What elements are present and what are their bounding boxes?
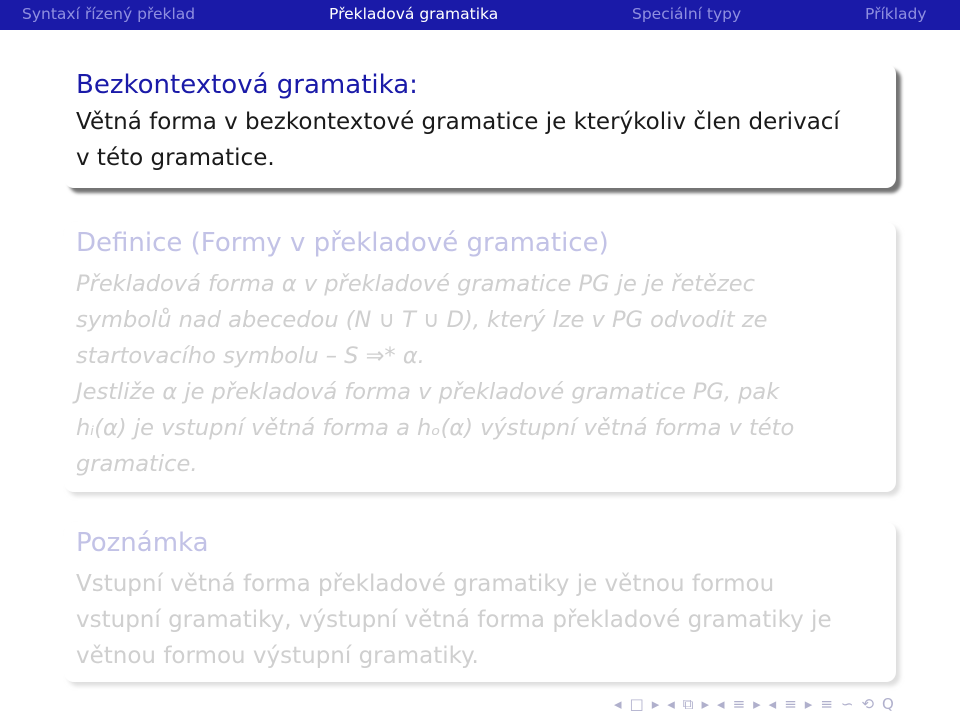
nav-prev-section-icon[interactable]: ◂ — [717, 695, 725, 713]
appendix-icon[interactable]: ≡ — [820, 695, 833, 713]
block-text-line: Větná forma v bezkontextové gramatice je… — [76, 109, 840, 135]
block-body: Větná forma v bezkontextové gramatice je… — [64, 102, 896, 190]
subsection-icon[interactable]: ⧉ — [683, 695, 694, 713]
nav-item-prekladova-gramatika[interactable]: Překladová gramatika — [329, 5, 498, 23]
back-forward-icon[interactable]: ∽ — [841, 695, 854, 713]
nav-next-section-icon[interactable]: ▸ — [753, 695, 761, 713]
block-title: Poznámka — [76, 528, 209, 558]
block-text-line: vstupní gramatiky, výstupní větná forma … — [76, 607, 832, 633]
block-body: Překladová forma α v překladové gramatic… — [64, 260, 896, 496]
beamer-navigation-symbols: ◂ □ ▸ ◂ ⧉ ▸ ◂ ≡ ▸ ◂ ≡ ▸ ≡ ∽ ⟲ Q — [614, 693, 960, 715]
nav-item-specialni-typy[interactable]: Speciální typy — [632, 5, 741, 23]
search-icon[interactable]: Q — [882, 695, 894, 713]
block-text-line: symbolů nad abecedou (N ∪ T ∪ D), který … — [76, 307, 768, 333]
undo-icon[interactable]: ⟲ — [861, 695, 874, 713]
top-navigation-bar: Syntaxí řízený překlad Překladová gramat… — [0, 0, 960, 30]
block-text-line: větnou formou výstupní gramatiky. — [76, 643, 479, 669]
nav-next-presentation-icon[interactable]: ▸ — [805, 695, 813, 713]
nav-item-syntaxi-rizeny-preklad[interactable]: Syntaxí řízený překlad — [22, 5, 195, 23]
presentation-icon[interactable]: ≡ — [784, 695, 797, 713]
nav-prev-presentation-icon[interactable]: ◂ — [769, 695, 777, 713]
block-body: Vstupní větná forma překladové gramatiky… — [64, 560, 896, 688]
block-title: Bezkontextová gramatika: — [76, 70, 418, 100]
block-text-line: hᵢ(α) je vstupní větná forma a hₒ(α) výs… — [76, 415, 795, 441]
nav-prev-subsection-icon[interactable]: ◂ — [667, 695, 675, 713]
block-text-line: v této gramatice. — [76, 145, 275, 171]
definition-block: Definice (Formy v překladové gramatice) … — [64, 222, 896, 492]
nav-item-priklady[interactable]: Příklady — [865, 5, 927, 23]
nav-prev-frame-icon[interactable]: ◂ — [614, 695, 622, 713]
note-block: Poznámka Vstupní větná forma překladové … — [64, 522, 896, 682]
block-title: Definice (Formy v překladové gramatice) — [76, 228, 609, 258]
block-text-line: Jestliže α je překladová forma v překlad… — [76, 379, 780, 405]
nav-next-frame-icon[interactable]: ▸ — [652, 695, 660, 713]
block-text-line: gramatice. — [76, 451, 198, 477]
section-icon[interactable]: ≡ — [733, 695, 746, 713]
frame-icon[interactable]: □ — [630, 695, 644, 713]
context-free-grammar-block: Bezkontextová gramatika: Větná forma v b… — [64, 64, 896, 188]
block-text-line: Vstupní větná forma překladové gramatiky… — [76, 571, 775, 597]
block-text-line: startovacího symbolu – S ⇒* α. — [76, 343, 425, 369]
nav-next-subsection-icon[interactable]: ▸ — [702, 695, 710, 713]
block-text-line: Překladová forma α v překladové gramatic… — [76, 271, 755, 297]
